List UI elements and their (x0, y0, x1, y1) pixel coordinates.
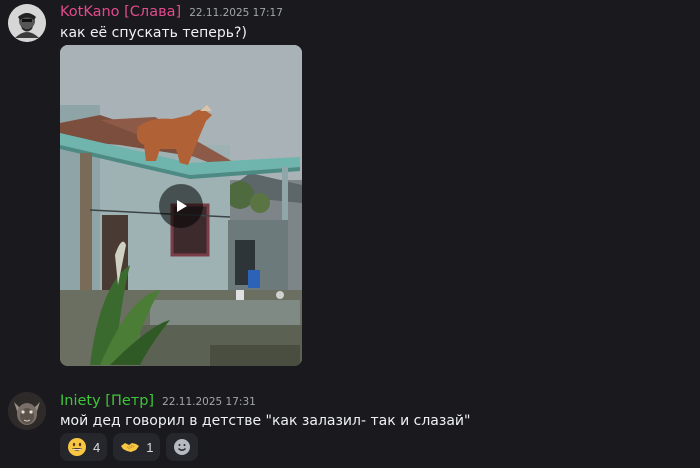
avatar-image (8, 4, 46, 42)
add-reaction-icon (172, 437, 192, 457)
message-header: KotKano [Слава] 22.11.2025 17:17 (60, 4, 283, 20)
reaction-grinning[interactable]: 4 (60, 433, 108, 461)
avatar[interactable] (8, 392, 46, 430)
play-button[interactable] (159, 184, 203, 228)
reaction-count: 1 (146, 439, 154, 455)
timestamp: 22.11.2025 17:31 (162, 396, 256, 408)
reactions-bar: 4 1 (60, 433, 199, 461)
reaction-handshake[interactable]: 1 (113, 433, 161, 461)
message-text: как её спускать теперь?) (60, 25, 247, 41)
timestamp: 22.11.2025 17:17 (189, 7, 283, 19)
chat-log: KotKano [Слава] 22.11.2025 17:17 как её … (0, 0, 700, 468)
add-reaction-button[interactable] (166, 433, 199, 461)
reaction-count: 4 (93, 439, 101, 455)
video-attachment[interactable] (60, 45, 302, 366)
avatar-image (8, 392, 46, 430)
play-icon (177, 200, 187, 212)
author-name[interactable]: Iniety [Петр] (60, 393, 154, 409)
handshake-icon (120, 437, 140, 457)
author-name[interactable]: KotKano [Слава] (60, 4, 181, 20)
message: KotKano [Слава] 22.11.2025 17:17 как её … (0, 0, 700, 380)
message-text: мой дед говорил в детстве "как залазил- … (60, 413, 471, 429)
grinning-face-icon (67, 437, 87, 457)
message-header: Iniety [Петр] 22.11.2025 17:31 (60, 393, 256, 409)
avatar[interactable] (8, 4, 46, 42)
